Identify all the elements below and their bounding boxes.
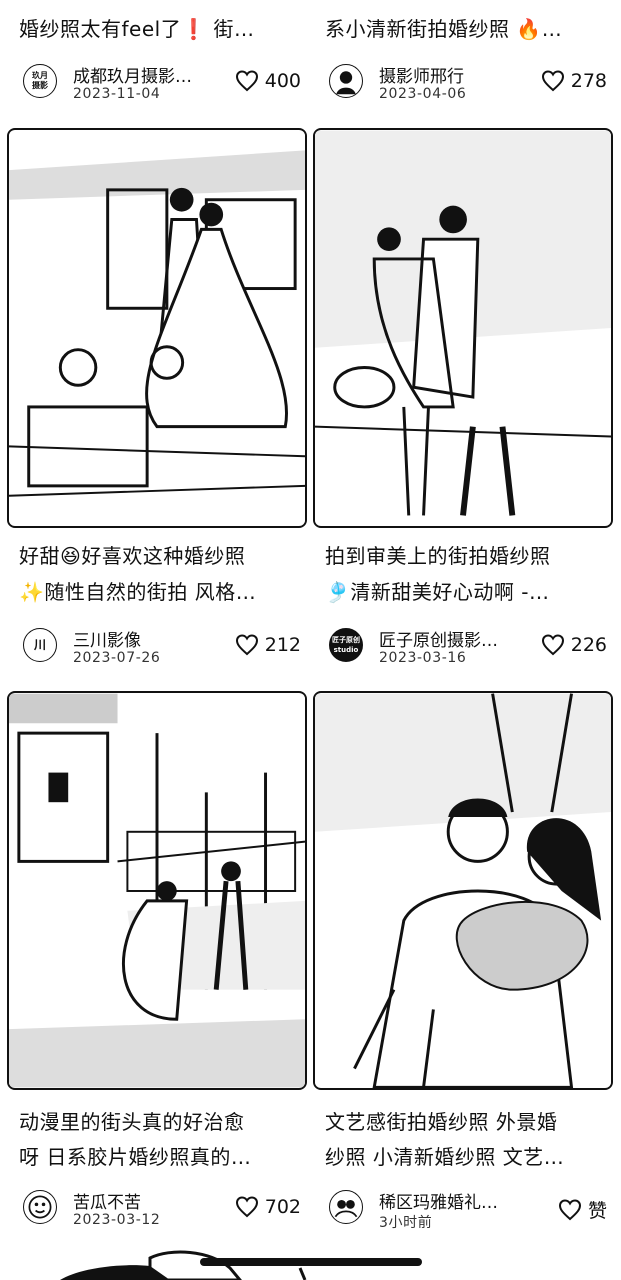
post-date: 2023-11-04 xyxy=(73,86,161,102)
like-button[interactable]: 212 xyxy=(235,634,301,656)
street-photo-illustration xyxy=(9,693,305,1088)
post-date: 2023-07-26 xyxy=(73,650,161,666)
avatar-illustration xyxy=(334,1199,358,1218)
note-title: 动漫里的街头真的好治愈 xyxy=(19,1110,245,1134)
author-row: 稀区玛雅婚礼… 3小时前 赞 xyxy=(329,1186,613,1231)
author-name[interactable]: 匠子原创摄影… xyxy=(379,626,529,651)
heart-icon xyxy=(541,634,564,656)
avatar-text: 匠子原创 studio xyxy=(332,636,360,654)
like-button[interactable]: 278 xyxy=(541,70,607,92)
home-indicator[interactable] xyxy=(200,1258,422,1266)
like-button[interactable]: 702 xyxy=(235,1196,301,1218)
avatar[interactable]: 玖月 摄影 xyxy=(23,64,57,98)
like-button[interactable]: 赞 xyxy=(558,1196,607,1223)
note-cover-image[interactable] xyxy=(7,128,307,528)
like-count: 赞 xyxy=(587,1200,607,1222)
author-name[interactable]: 稀区玛雅婚礼… xyxy=(379,1188,529,1213)
avatar[interactable] xyxy=(329,1190,363,1224)
avatar-illustration xyxy=(28,1195,52,1219)
post-date: 2023-04-06 xyxy=(379,86,467,102)
note-cover-image[interactable] xyxy=(313,691,613,1090)
heart-icon xyxy=(235,1196,258,1218)
couple-photo-illustration xyxy=(315,693,611,1088)
note-cover-image[interactable] xyxy=(313,128,613,528)
post-date: 3小时前 xyxy=(379,1215,433,1231)
author-row: 川 三川影像 2023-07-26 212 xyxy=(23,624,307,668)
author-row: 摄影师邢行 2023-04-06 278 xyxy=(329,60,613,104)
post-date: 2023-03-12 xyxy=(73,1212,161,1228)
author-name[interactable]: 成都玖月摄影… xyxy=(73,62,223,87)
avatar-illustration xyxy=(336,71,356,95)
author-row: 玖月 摄影 成都玖月摄影… 2023-11-04 400 xyxy=(23,60,307,104)
like-count: 278 xyxy=(570,70,607,92)
heart-icon xyxy=(235,70,258,92)
note-title: 拍到审美上的街拍婚纱照 xyxy=(325,544,551,568)
note-title-line2: 纱照 小清新婚纱照 文艺… xyxy=(325,1145,565,1169)
author-row: 匠子原创 studio 匠子原创摄影… 2023-03-16 226 xyxy=(329,624,613,668)
heart-icon xyxy=(541,70,564,92)
avatar-text: 川 xyxy=(33,638,46,652)
like-button[interactable]: 226 xyxy=(541,634,607,656)
author-row: 苦瓜不苦 2023-03-12 702 xyxy=(23,1186,307,1230)
author-name[interactable]: 三川影像 xyxy=(73,626,223,651)
like-count: 400 xyxy=(264,70,301,92)
heart-icon xyxy=(558,1198,581,1220)
avatar[interactable] xyxy=(329,64,363,98)
like-count: 212 xyxy=(264,634,301,656)
wedding-photo-illustration xyxy=(9,130,305,526)
note-title-line2: ✨随性自然的街拍 风格… xyxy=(19,580,257,604)
like-count: 702 xyxy=(264,1196,301,1218)
like-count: 226 xyxy=(570,634,607,656)
avatar[interactable]: 川 xyxy=(23,628,57,662)
note-title: 系小清新街拍婚纱照 🔥… xyxy=(325,17,563,41)
author-name[interactable]: 摄影师邢行 xyxy=(379,62,529,87)
note-title: 婚纱照太有feel了❗ 街… xyxy=(19,17,255,41)
post-date: 2023-03-16 xyxy=(379,650,467,666)
note-title-line2: 🎐清新甜美好心动啊 -… xyxy=(325,580,550,604)
note-title: 文艺感街拍婚纱照 外景婚 xyxy=(325,1110,558,1134)
avatar[interactable]: 匠子原创 studio xyxy=(329,628,363,662)
note-title: 好甜😆好喜欢这种婚纱照 xyxy=(19,544,246,568)
note-cover-image[interactable] xyxy=(7,691,307,1090)
avatar[interactable] xyxy=(23,1190,57,1224)
wedding-photo-illustration xyxy=(315,130,611,526)
note-title-line2: 呀 日系胶片婚纱照真的… xyxy=(19,1145,252,1169)
like-button[interactable]: 400 xyxy=(235,70,301,92)
heart-icon xyxy=(235,634,258,656)
author-name[interactable]: 苦瓜不苦 xyxy=(73,1188,223,1213)
avatar-text: 玖月 摄影 xyxy=(32,71,48,90)
